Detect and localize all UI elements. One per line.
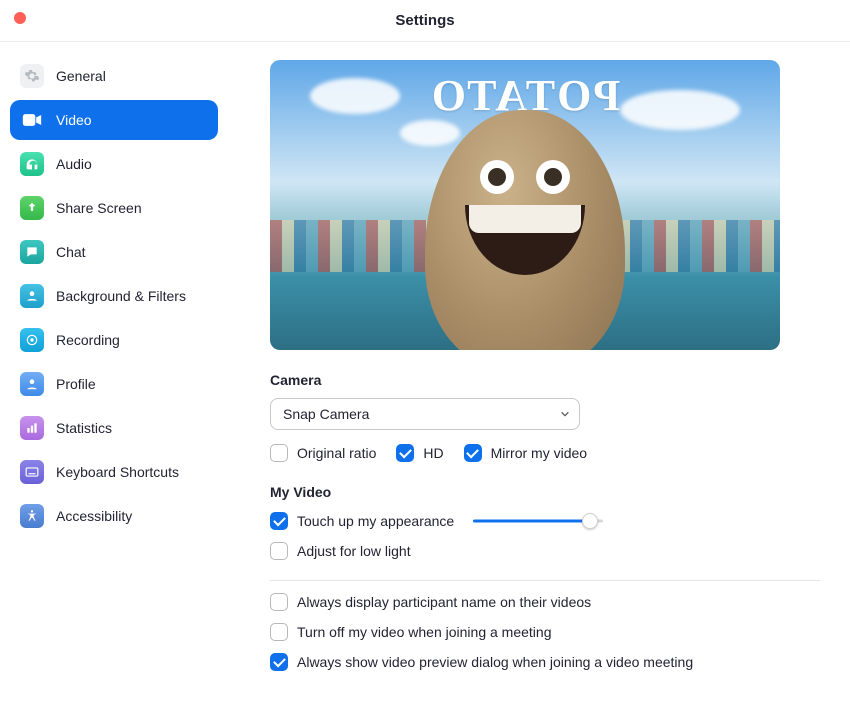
- sidebar-item-label: Share Screen: [56, 200, 142, 216]
- gear-icon: [20, 64, 44, 88]
- sidebar-item-keyboard-shortcuts[interactable]: Keyboard Shortcuts: [10, 452, 218, 492]
- statistics-icon: [20, 416, 44, 440]
- sidebar-item-label: Background & Filters: [56, 288, 186, 304]
- sidebar-item-label: Keyboard Shortcuts: [56, 464, 179, 480]
- sidebar-item-statistics[interactable]: Statistics: [10, 408, 218, 448]
- adjust-low-light-checkbox[interactable]: [270, 542, 288, 560]
- sidebar-item-label: Statistics: [56, 420, 112, 436]
- hd-checkbox[interactable]: [396, 444, 414, 462]
- sidebar-item-share-screen[interactable]: Share Screen: [10, 188, 218, 228]
- close-window-button[interactable]: [14, 12, 26, 24]
- share-screen-icon: [20, 196, 44, 220]
- window-titlebar: Settings: [0, 0, 850, 42]
- camera-preview: POTATO: [270, 60, 780, 350]
- display-participant-name-checkbox[interactable]: [270, 593, 288, 611]
- touch-up-slider[interactable]: [473, 512, 603, 530]
- sidebar-item-general[interactable]: General: [10, 56, 218, 96]
- turn-off-video-joining-checkbox[interactable]: [270, 623, 288, 641]
- sidebar-item-profile[interactable]: Profile: [10, 364, 218, 404]
- original-ratio-checkbox[interactable]: [270, 444, 288, 462]
- touch-up-appearance-label: Touch up my appearance: [297, 513, 454, 529]
- mirror-video-label: Mirror my video: [491, 445, 587, 461]
- video-camera-icon: [20, 108, 44, 132]
- person-filter-icon: [20, 284, 44, 308]
- show-preview-dialog-label: Always show video preview dialog when jo…: [297, 654, 693, 670]
- sidebar-item-background-filters[interactable]: Background & Filters: [10, 276, 218, 316]
- sidebar-item-label: Accessibility: [56, 508, 132, 524]
- show-preview-dialog-checkbox[interactable]: [270, 653, 288, 671]
- touch-up-slider-thumb[interactable]: [582, 513, 598, 529]
- sidebar-item-chat[interactable]: Chat: [10, 232, 218, 272]
- touch-up-appearance-checkbox[interactable]: [270, 512, 288, 530]
- my-video-section-label: My Video: [270, 484, 820, 500]
- adjust-low-light-label: Adjust for low light: [297, 543, 411, 559]
- sidebar-item-label: General: [56, 68, 106, 84]
- record-icon: [20, 328, 44, 352]
- touch-up-slider-fill: [473, 520, 590, 523]
- camera-select-value: Snap Camera: [283, 406, 369, 422]
- sidebar-item-accessibility[interactable]: Accessibility: [10, 496, 218, 536]
- mirror-video-checkbox[interactable]: [464, 444, 482, 462]
- original-ratio-label: Original ratio: [297, 445, 376, 461]
- accessibility-icon: [20, 504, 44, 528]
- chat-bubble-icon: [20, 240, 44, 264]
- window-title: Settings: [0, 12, 850, 29]
- headphones-icon: [20, 152, 44, 176]
- sidebar-item-label: Profile: [56, 376, 96, 392]
- sidebar-item-label: Video: [56, 112, 92, 128]
- section-divider: [270, 580, 820, 581]
- sidebar-item-video[interactable]: Video: [10, 100, 218, 140]
- settings-sidebar: General Video Audio Share Screen Chat: [0, 42, 228, 702]
- hd-label: HD: [423, 445, 443, 461]
- keyboard-icon: [20, 460, 44, 484]
- sidebar-item-label: Audio: [56, 156, 92, 172]
- turn-off-video-joining-label: Turn off my video when joining a meeting: [297, 624, 551, 640]
- camera-section-label: Camera: [270, 372, 820, 388]
- profile-icon: [20, 372, 44, 396]
- camera-select[interactable]: Snap Camera: [270, 398, 580, 430]
- sidebar-item-audio[interactable]: Audio: [10, 144, 218, 184]
- potato-filter-face: [425, 110, 625, 350]
- sidebar-item-label: Chat: [56, 244, 86, 260]
- sidebar-item-label: Recording: [56, 332, 120, 348]
- settings-panel-video: POTATO Camera Snap Camera Original ratio: [228, 42, 850, 702]
- display-participant-name-label: Always display participant name on their…: [297, 594, 591, 610]
- sidebar-item-recording[interactable]: Recording: [10, 320, 218, 360]
